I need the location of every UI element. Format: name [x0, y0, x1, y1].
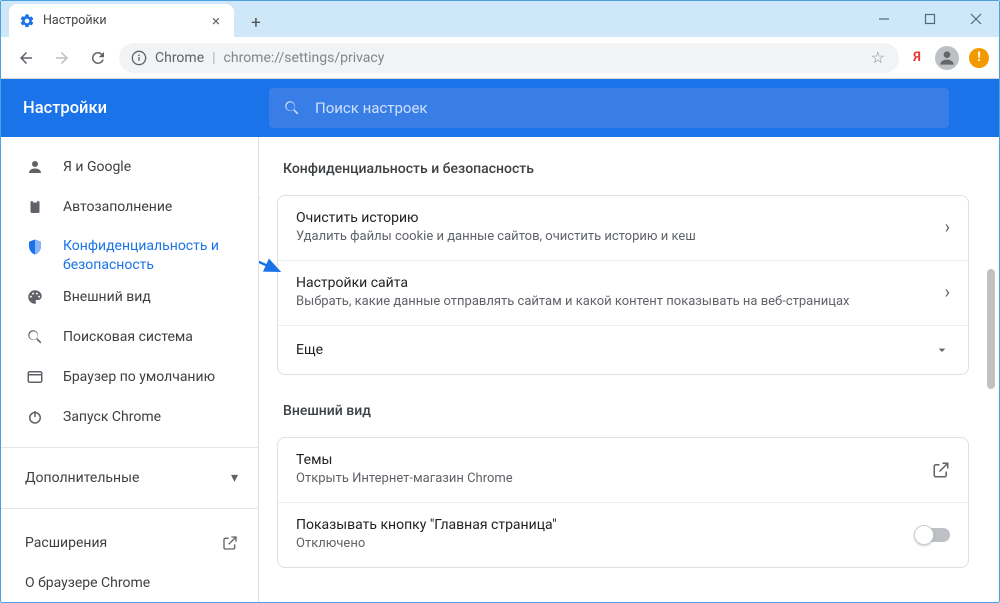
section-title-privacy: Конфиденциальность и безопасность: [283, 161, 969, 177]
settings-title: Настройки: [23, 99, 253, 118]
chevron-down-icon: ▾: [231, 470, 238, 486]
back-button[interactable]: [11, 43, 41, 73]
privacy-card: Очистить историю Удалить файлы cookie и …: [277, 195, 969, 375]
sidebar-item-label: О браузере Chrome: [25, 575, 238, 591]
power-icon: [25, 407, 45, 427]
sidebar-item-label: Поисковая система: [63, 329, 238, 345]
sidebar-separator: [1, 508, 258, 509]
close-tab-icon[interactable]: ×: [208, 12, 224, 30]
settings-panel[interactable]: Конфиденциальность и безопасность Очисти…: [259, 137, 999, 602]
tab-title: Настройки: [43, 13, 208, 28]
sidebar-item-label: Браузер по умолчанию: [63, 369, 238, 385]
omnibox-url: chrome://settings/privacy: [224, 50, 863, 66]
close-window-button[interactable]: [953, 1, 999, 37]
annotation-arrow: [259, 189, 263, 229]
row-subtitle: Открыть Интернет-магазин Chrome: [296, 471, 918, 488]
chevron-right-icon: ›: [945, 282, 950, 303]
sidebar-item-people[interactable]: Я и Google: [1, 147, 258, 187]
sidebar-item-default-browser[interactable]: Браузер по умолчанию: [1, 357, 258, 397]
gear-icon: [19, 13, 35, 29]
new-tab-button[interactable]: +: [242, 9, 270, 37]
sidebar-footer: Расширения О браузере Chrome: [1, 519, 258, 602]
sidebar-item-about[interactable]: О браузере Chrome: [1, 563, 258, 602]
row-title: Показывать кнопку "Главная страница": [296, 517, 902, 533]
row-title: Темы: [296, 452, 918, 468]
sidebar-item-advanced[interactable]: Дополнительные ▾: [1, 458, 258, 498]
sidebar-item-label: Конфиденциальность и безопасность: [63, 237, 238, 275]
sidebar-separator: [1, 447, 258, 448]
settings-header: Настройки: [1, 79, 999, 137]
update-warning-icon[interactable]: !: [969, 48, 989, 68]
forward-button[interactable]: [47, 43, 77, 73]
browser-toolbar: Chrome | chrome://settings/privacy ☆ Я !: [1, 37, 999, 79]
row-subtitle: Отключено: [296, 536, 902, 553]
sidebar-item-label: Внешний вид: [63, 289, 238, 305]
clipboard-icon: [25, 197, 45, 217]
settings-body: Я и Google Автозаполнение Конфиденциальн…: [1, 137, 999, 602]
omnibox-divider: |: [212, 50, 215, 66]
extension-yandex-icon[interactable]: Я: [905, 46, 929, 70]
browser-tab[interactable]: Настройки ×: [9, 4, 234, 37]
sidebar-item-privacy[interactable]: Конфиденциальность и безопасность: [1, 227, 258, 277]
row-more[interactable]: Еще: [278, 325, 968, 374]
sidebar-item-label: Расширения: [25, 535, 204, 551]
chevron-down-icon: [934, 342, 950, 358]
sidebar-item-extensions[interactable]: Расширения: [1, 523, 258, 563]
row-title: Очистить историю: [296, 210, 931, 226]
settings-search-input[interactable]: [315, 99, 935, 117]
sidebar-item-label: Запуск Chrome: [63, 409, 238, 425]
settings-search[interactable]: [269, 88, 949, 128]
palette-icon: [25, 287, 45, 307]
window-titlebar: Настройки × +: [1, 1, 999, 37]
row-subtitle: Удалить файлы cookie и данные сайтов, оч…: [296, 229, 931, 246]
omnibox-origin: Chrome: [155, 50, 204, 66]
scrollbar[interactable]: [983, 139, 997, 600]
person-icon: [25, 157, 45, 177]
row-clear-browsing-data[interactable]: Очистить историю Удалить файлы cookie и …: [278, 196, 968, 260]
sidebar-item-label: Автозаполнение: [63, 199, 238, 215]
row-themes[interactable]: Темы Открыть Интернет-магазин Chrome: [278, 438, 968, 502]
sidebar-item-label: Дополнительные: [25, 470, 213, 486]
sidebar-item-appearance[interactable]: Внешний вид: [1, 277, 258, 317]
minimize-button[interactable]: [861, 1, 907, 37]
bookmark-star-icon[interactable]: ☆: [871, 48, 885, 67]
sidebar-item-label: Я и Google: [63, 159, 238, 175]
settings-sidebar: Я и Google Автозаполнение Конфиденциальн…: [1, 137, 259, 602]
window-controls: [861, 1, 999, 37]
row-subtitle: Выбрать, какие данные отправлять сайтам …: [296, 294, 931, 311]
browser-icon: [25, 367, 45, 387]
page-content: Настройки Я и Google Автозаполнение Конф…: [1, 79, 999, 602]
search-icon: [283, 99, 301, 117]
row-site-settings[interactable]: Настройки сайта Выбрать, какие данные от…: [278, 260, 968, 325]
reload-button[interactable]: [83, 43, 113, 73]
search-icon: [25, 327, 45, 347]
profile-avatar[interactable]: [935, 46, 959, 70]
sidebar-item-on-startup[interactable]: Запуск Chrome: [1, 397, 258, 437]
sidebar-item-search-engine[interactable]: Поисковая система: [1, 317, 258, 357]
open-external-icon: [222, 535, 238, 551]
row-show-home-button[interactable]: Показывать кнопку "Главная страница" Отк…: [278, 502, 968, 567]
site-info-icon[interactable]: [131, 50, 147, 66]
section-title-appearance: Внешний вид: [283, 403, 969, 419]
appearance-card: Темы Открыть Интернет-магазин Chrome Пок…: [277, 437, 969, 568]
address-bar[interactable]: Chrome | chrome://settings/privacy ☆: [119, 43, 899, 73]
chevron-right-icon: ›: [945, 217, 950, 238]
row-title: Еще: [296, 342, 920, 358]
sidebar-item-autofill[interactable]: Автозаполнение: [1, 187, 258, 227]
shield-icon: [25, 237, 45, 257]
toggle-switch[interactable]: [916, 528, 950, 542]
open-external-icon: [932, 461, 950, 479]
row-title: Настройки сайта: [296, 275, 931, 291]
maximize-button[interactable]: [907, 1, 953, 37]
scrollbar-thumb[interactable]: [987, 269, 995, 389]
